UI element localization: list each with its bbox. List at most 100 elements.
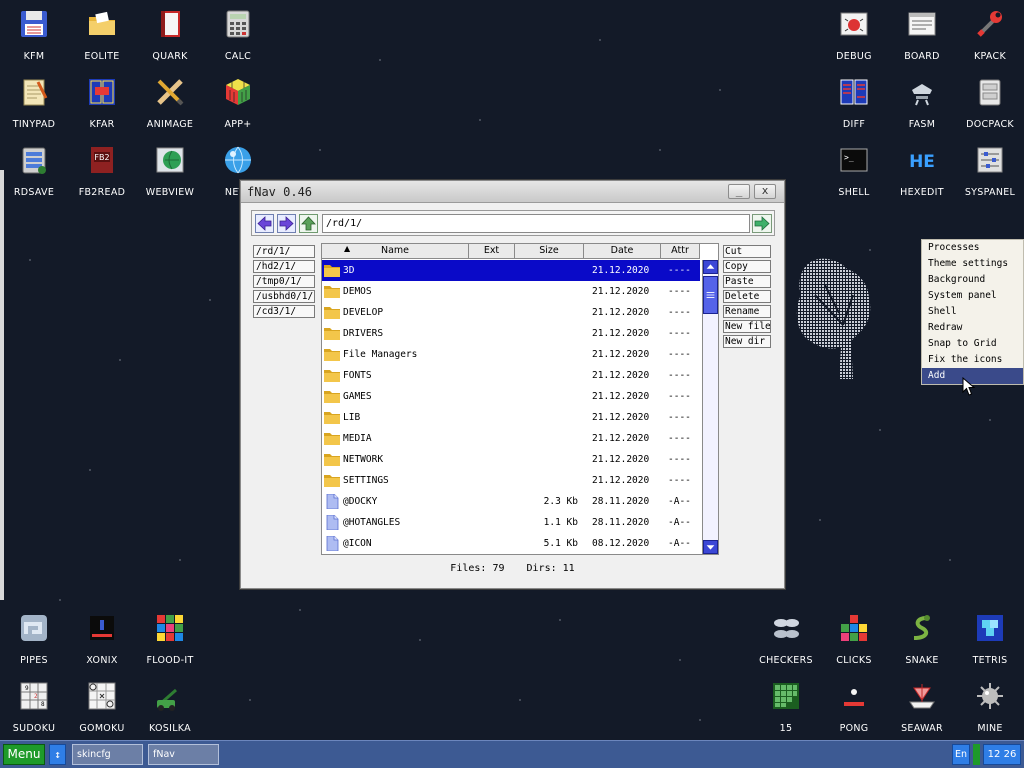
file-row[interactable]: SETTINGS 21.12.2020 ---- bbox=[322, 470, 700, 491]
desktop-icon-board[interactable]: BOARD bbox=[888, 0, 956, 64]
minimize-button[interactable]: _ bbox=[728, 184, 750, 199]
menu-item-processes[interactable]: Processes bbox=[922, 240, 1023, 256]
file-row[interactable]: LIB 21.12.2020 ---- bbox=[322, 407, 700, 428]
desktop-icon-pong[interactable]: PONG bbox=[820, 672, 888, 736]
drive-button[interactable]: /rd/1/ bbox=[253, 245, 315, 258]
path-input[interactable]: /rd/1/ bbox=[322, 214, 750, 233]
file-attr: ---- bbox=[668, 286, 691, 297]
task-button-fnav[interactable]: fNav bbox=[148, 744, 219, 765]
floppy-icon bbox=[21, 11, 47, 37]
desktop-icon-docpack[interactable]: DOCPACK bbox=[956, 68, 1024, 132]
delete-button[interactable]: Delete bbox=[723, 290, 771, 303]
menu-item-redraw[interactable]: Redraw bbox=[922, 320, 1023, 336]
file-attr: -A-- bbox=[668, 496, 691, 507]
desktop-icon-rdsave[interactable]: RDSAVE bbox=[0, 136, 68, 200]
desktop-icon-kpack[interactable]: KPACK bbox=[956, 0, 1024, 64]
desktop-icon-sudoku[interactable]: 9 2 8 SUDOKU bbox=[0, 672, 68, 736]
menu-item-theme-settings[interactable]: Theme settings bbox=[922, 256, 1023, 272]
column-date[interactable]: Date bbox=[584, 244, 661, 259]
go-button[interactable] bbox=[752, 214, 772, 233]
menu-item-snap-to-grid[interactable]: Snap to Grid bbox=[922, 336, 1023, 352]
desktop-icon-checkers[interactable]: CHECKERS bbox=[752, 604, 820, 668]
desktop-icon-kfar[interactable]: KFAR bbox=[68, 68, 136, 132]
menu-item-background[interactable]: Background bbox=[922, 272, 1023, 288]
scroll-thumb[interactable] bbox=[703, 276, 718, 314]
menu-item-shell[interactable]: Shell bbox=[922, 304, 1023, 320]
desktop-icon-kfm[interactable]: KFM bbox=[0, 0, 68, 64]
file-row[interactable]: @ICON 5.1 Kb 08.12.2020 -A-- bbox=[322, 533, 700, 554]
cut-button[interactable]: Cut bbox=[723, 245, 771, 258]
file-row[interactable]: MEDIA 21.12.2020 ---- bbox=[322, 428, 700, 449]
file-row[interactable]: NETWORK 21.12.2020 ---- bbox=[322, 449, 700, 470]
column-attr[interactable]: Attr bbox=[661, 244, 700, 259]
rename-button[interactable]: Rename bbox=[723, 305, 771, 318]
desktop-icon-label: FLOOD-IT bbox=[146, 655, 194, 666]
drive-button[interactable]: /tmp0/1/ bbox=[253, 275, 315, 288]
up-button[interactable] bbox=[299, 214, 318, 233]
desktop-icon-calc[interactable]: CALC bbox=[204, 0, 272, 64]
file-row[interactable]: DEMOS 21.12.2020 ---- bbox=[322, 281, 700, 302]
desktop-icon-quark[interactable]: QUARK bbox=[136, 0, 204, 64]
file-attr: ---- bbox=[668, 265, 691, 276]
language-indicator[interactable]: En bbox=[952, 744, 970, 765]
desktop-icon-xonix[interactable]: XONIX bbox=[68, 604, 136, 668]
column-size[interactable]: Size bbox=[515, 244, 584, 259]
menu-item-system-panel[interactable]: System panel bbox=[922, 288, 1023, 304]
vertical-scrollbar[interactable] bbox=[702, 260, 718, 554]
desktop-icon-fasm[interactable]: FASM bbox=[888, 68, 956, 132]
column-ext[interactable]: Ext bbox=[469, 244, 515, 259]
file-row[interactable]: GAMES 21.12.2020 ---- bbox=[322, 386, 700, 407]
new-file-button[interactable]: New file bbox=[723, 320, 771, 333]
desktop-icon-tetris[interactable]: TETRIS bbox=[956, 604, 1024, 668]
desktop-icon-fb2read[interactable]: FB2 FB2READ bbox=[68, 136, 136, 200]
copy-button[interactable]: Copy bbox=[723, 260, 771, 273]
window-titlebar[interactable]: fNav 0.46 _ x bbox=[241, 181, 784, 203]
desktop-icon-diff[interactable]: DIFF bbox=[820, 68, 888, 132]
desktop-icon-seawar[interactable]: SEAWAR bbox=[888, 672, 956, 736]
menu-item-fix-the-icons[interactable]: Fix the icons bbox=[922, 352, 1023, 368]
desktop-icon-app-[interactable]: APP+ bbox=[204, 68, 272, 132]
ship-icon bbox=[909, 684, 935, 709]
desktop-icon-mine[interactable]: MINE bbox=[956, 672, 1024, 736]
file-row[interactable]: File Managers 21.12.2020 ---- bbox=[322, 344, 700, 365]
new-dir-button[interactable]: New dir bbox=[723, 335, 771, 348]
desktop-icon-pipes[interactable]: PIPES bbox=[0, 604, 68, 668]
desktop-icon-flood-it[interactable]: FLOOD-IT bbox=[136, 604, 204, 668]
drive-button[interactable]: /hd2/1/ bbox=[253, 260, 315, 273]
address-bar: /rd/1/ bbox=[251, 210, 775, 236]
paste-button[interactable]: Paste bbox=[723, 275, 771, 288]
desktop-icon-eolite[interactable]: EOLITE bbox=[68, 0, 136, 64]
desktop-icon-kosilka[interactable]: KOSILKA bbox=[136, 672, 204, 736]
desktop-icon-tinypad[interactable]: TINYPAD bbox=[0, 68, 68, 132]
desktop-icon-snake[interactable]: SNAKE bbox=[888, 604, 956, 668]
file-row[interactable]: DEVELOP 21.12.2020 ---- bbox=[322, 302, 700, 323]
desktop-icon-debug[interactable]: DEBUG bbox=[820, 0, 888, 64]
start-menu-button[interactable]: Menu bbox=[3, 744, 45, 765]
drive-button[interactable]: /usbhd0/1/ bbox=[253, 290, 315, 303]
file-row[interactable]: @HOTANGLES 1.1 Kb 28.11.2020 -A-- bbox=[322, 512, 700, 533]
window-switch-button[interactable]: ↕ bbox=[49, 744, 66, 765]
scroll-down-button[interactable] bbox=[703, 540, 718, 554]
scroll-up-button[interactable] bbox=[703, 260, 718, 274]
desktop-icon-15[interactable]: 15 bbox=[752, 672, 820, 736]
clock[interactable]: 12 26 bbox=[983, 744, 1021, 765]
back-button[interactable] bbox=[255, 214, 274, 233]
file-row[interactable]: FONTS 21.12.2020 ---- bbox=[322, 365, 700, 386]
drive-button[interactable]: /cd3/1/ bbox=[253, 305, 315, 318]
desktop-icon-gomoku[interactable]: GOMOKU bbox=[68, 672, 136, 736]
column-name[interactable]: ▲ Name bbox=[322, 244, 469, 259]
desktop-icon-clicks[interactable]: CLICKS bbox=[820, 604, 888, 668]
file-date: 21.12.2020 bbox=[592, 349, 650, 360]
desktop-icon-hexedit[interactable]: HE HEXEDIT bbox=[888, 136, 956, 200]
arrow-left-icon bbox=[257, 216, 272, 231]
close-button[interactable]: x bbox=[754, 184, 776, 199]
file-row[interactable]: DRIVERS 21.12.2020 ---- bbox=[322, 323, 700, 344]
desktop-icon-animage[interactable]: ANIMAGE bbox=[136, 68, 204, 132]
desktop-icon-webview[interactable]: WEBVIEW bbox=[136, 136, 204, 200]
file-row[interactable]: @DOCKY 2.3 Kb 28.11.2020 -A-- bbox=[322, 491, 700, 512]
desktop-icon-syspanel[interactable]: SYSPANEL bbox=[956, 136, 1024, 200]
task-button-skincfg[interactable]: skincfg bbox=[72, 744, 143, 765]
forward-button[interactable] bbox=[277, 214, 296, 233]
desktop-icon-shell[interactable]: >_ SHELL bbox=[820, 136, 888, 200]
file-row[interactable]: 3D 21.12.2020 ---- bbox=[322, 260, 700, 281]
